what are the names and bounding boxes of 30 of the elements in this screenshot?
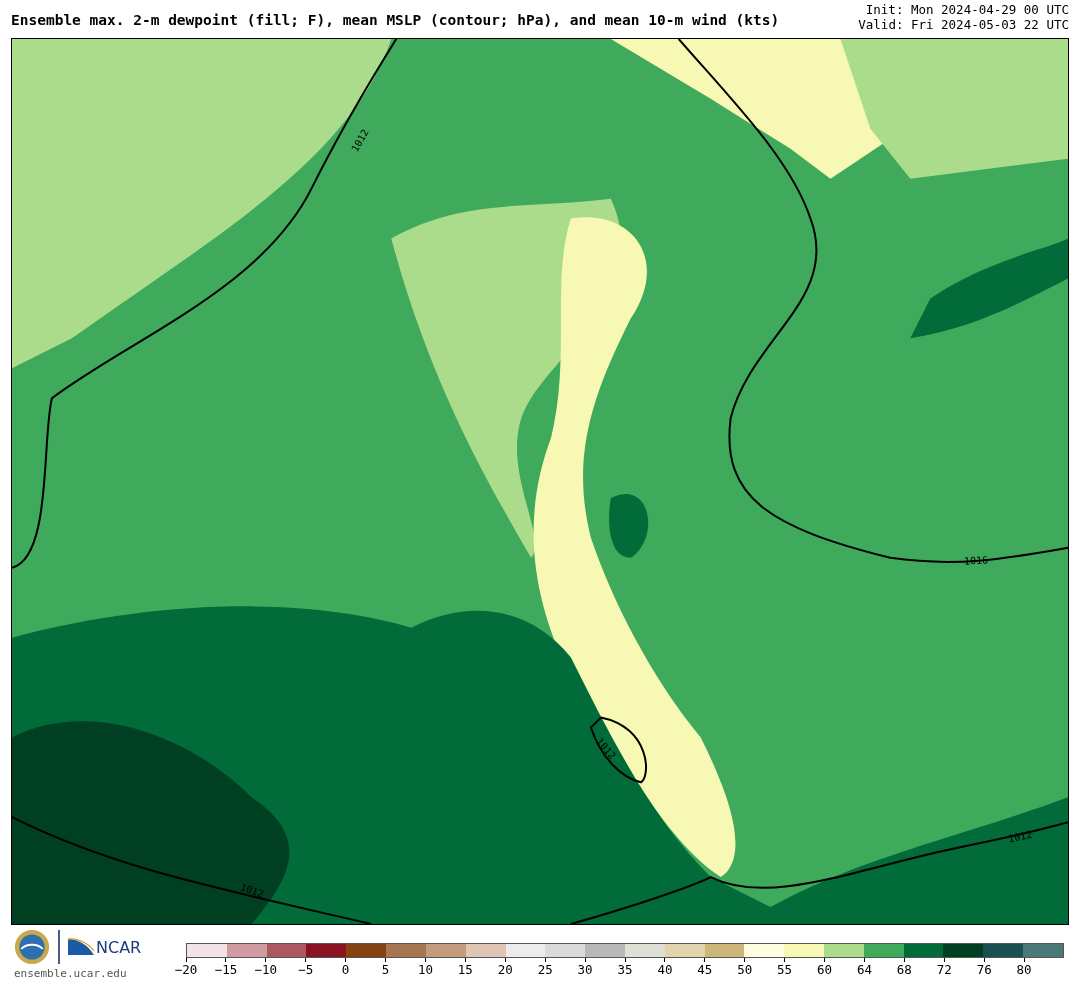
tick-label: −10 xyxy=(254,962,278,977)
tick-label: 55 xyxy=(777,962,793,977)
tick-label: 35 xyxy=(617,962,633,977)
site-url: ensemble.ucar.edu xyxy=(14,967,128,980)
tick-label: −5 xyxy=(298,962,314,977)
tick-label: 50 xyxy=(737,962,753,977)
tick-label: 5 xyxy=(381,962,390,977)
tick-label: 68 xyxy=(896,962,912,977)
tick-label: 76 xyxy=(976,962,992,977)
tick-label: 80 xyxy=(1016,962,1032,977)
tick-label: 60 xyxy=(817,962,833,977)
tick-label: 64 xyxy=(856,962,872,977)
tick-label: 30 xyxy=(577,962,593,977)
tick-label: 40 xyxy=(657,962,673,977)
tick-label: 25 xyxy=(537,962,553,977)
tick-label: −20 xyxy=(174,962,198,977)
tick-label: −15 xyxy=(214,962,238,977)
valid-time: Valid: Fri 2024-05-03 22 UTC xyxy=(858,17,1069,32)
tick-label: 15 xyxy=(457,962,473,977)
swoosh-icon xyxy=(68,937,94,957)
tick-label: 72 xyxy=(936,962,952,977)
chart-title: Ensemble max. 2-m dewpoint (fill; F), mean MSLP (contour; hPa), and mean 10-m wind (kts) xyxy=(11,12,780,30)
logo-text: NCAR xyxy=(96,939,142,957)
tick-label: 10 xyxy=(417,962,433,977)
init-time: Init: Mon 2024-04-29 00 UTC xyxy=(864,2,1069,17)
tick-label: 45 xyxy=(697,962,713,977)
tick-label: 0 xyxy=(341,962,350,977)
tick-label: 20 xyxy=(497,962,513,977)
globe-seal-icon xyxy=(14,929,50,965)
contour-label: 1012 xyxy=(238,881,266,900)
